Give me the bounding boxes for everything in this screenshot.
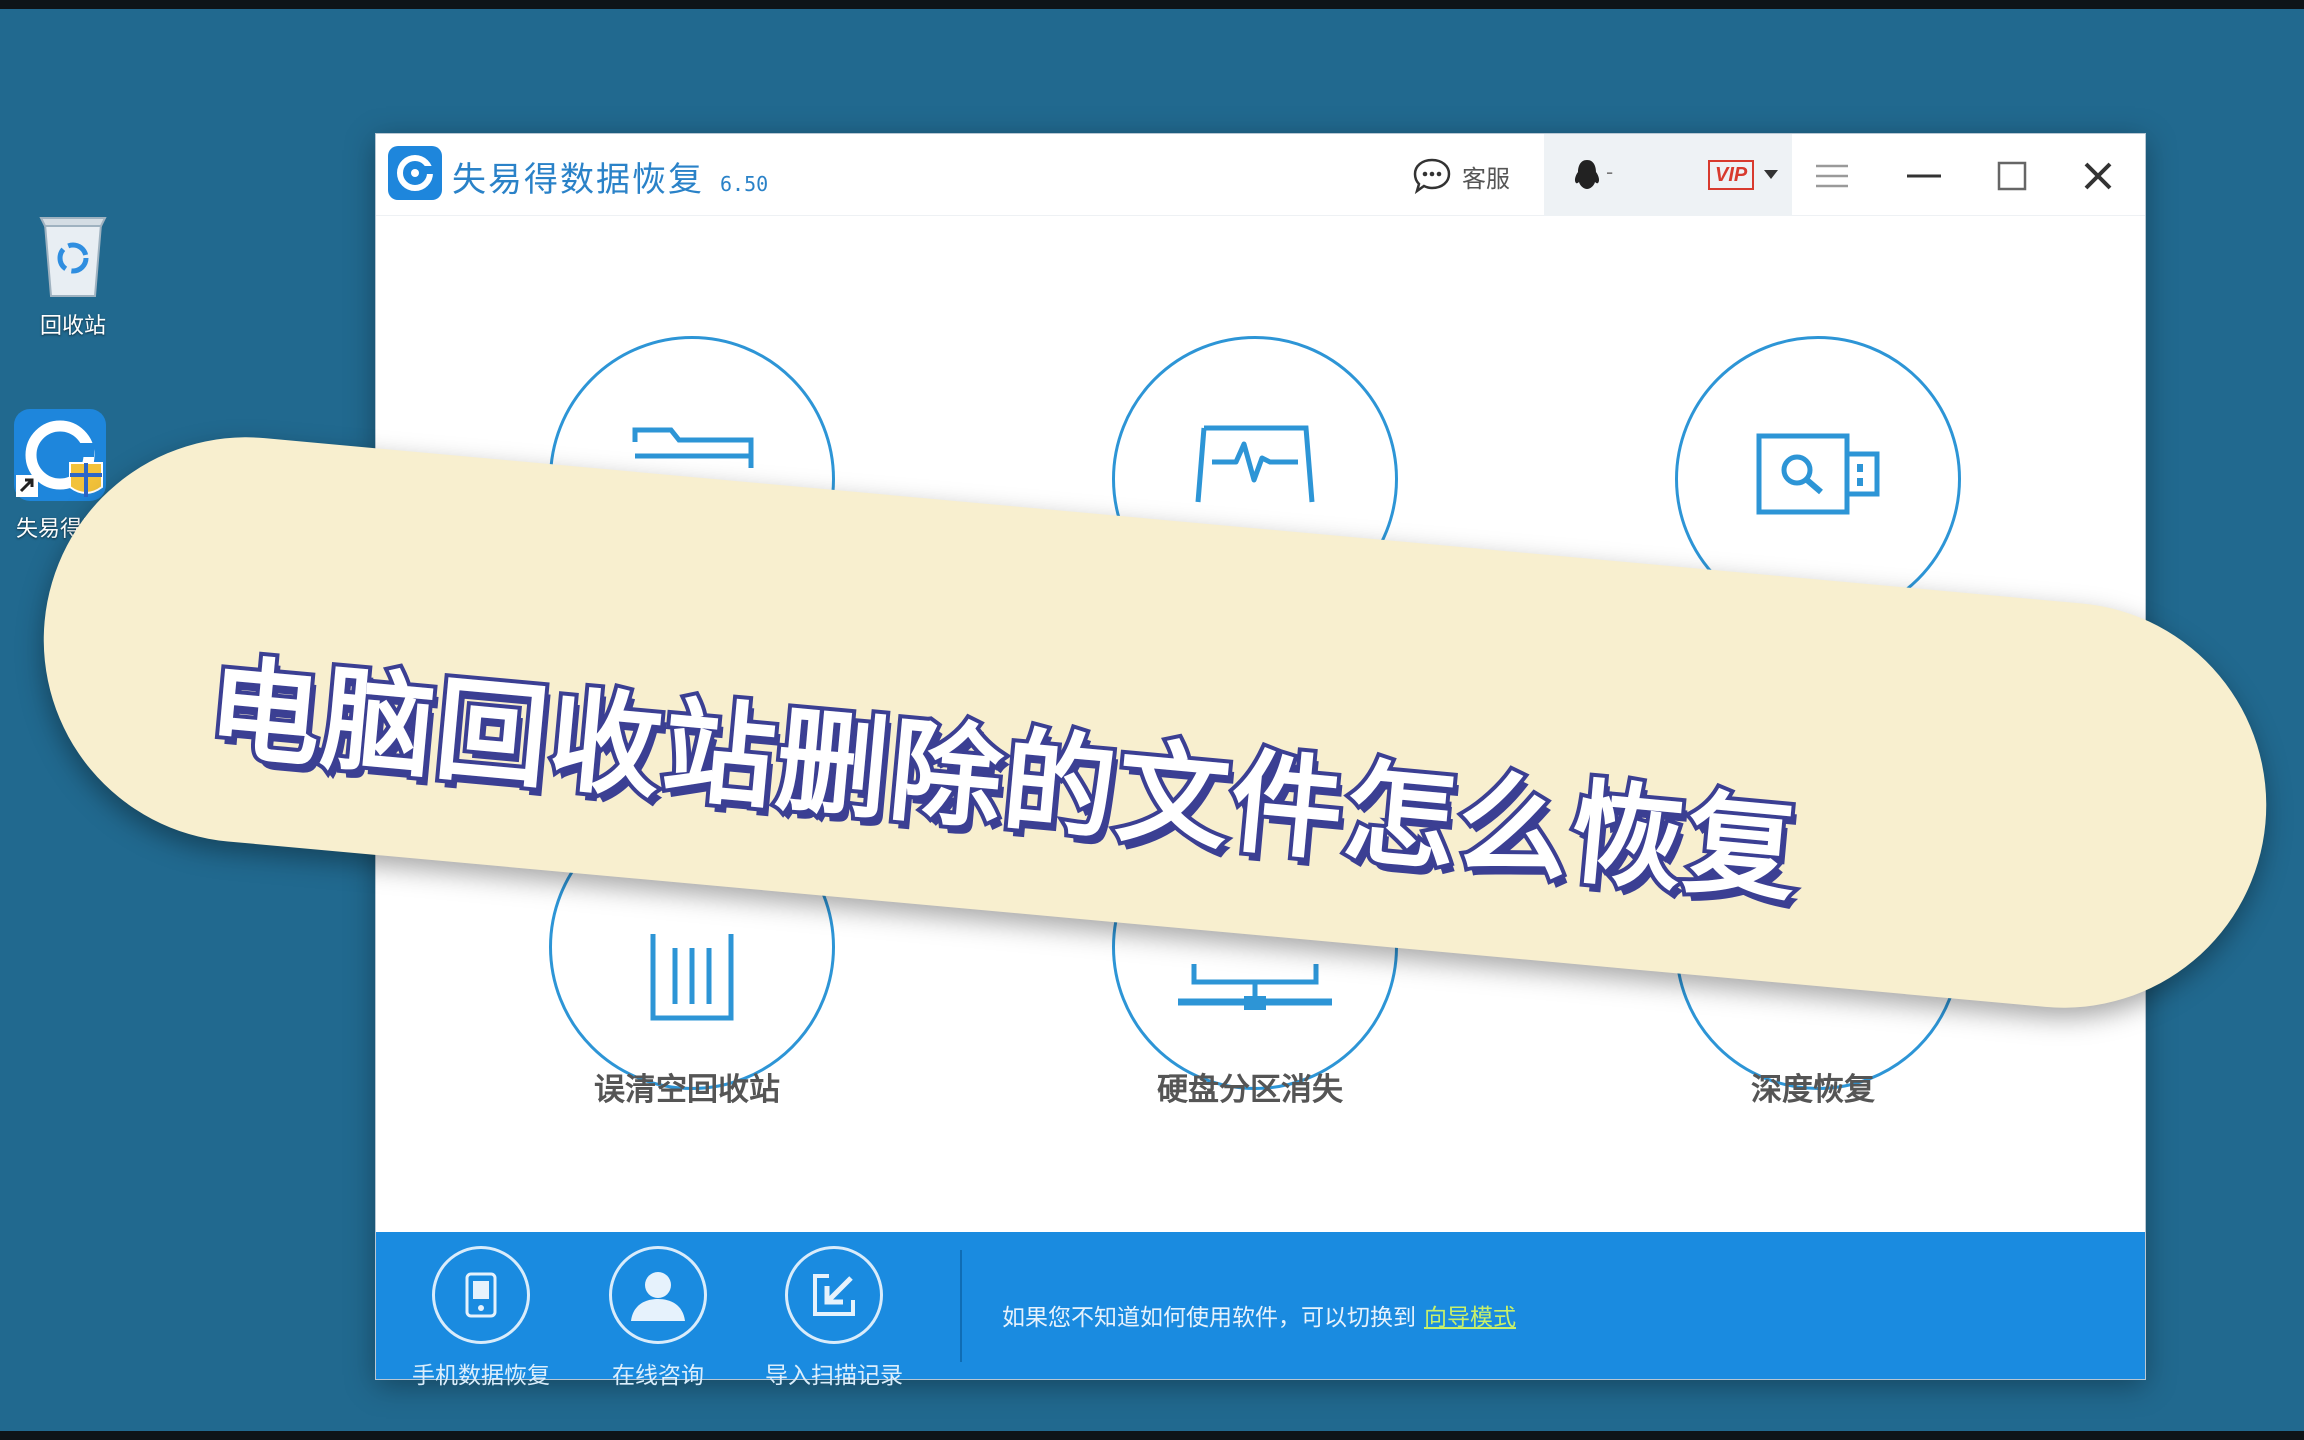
toolbar-divider bbox=[960, 1250, 962, 1362]
top-letterbox bbox=[0, 0, 2304, 9]
app-shortcut-icon bbox=[14, 409, 106, 501]
tool-label: 手机数据恢复 bbox=[412, 1363, 550, 1389]
close-icon bbox=[2084, 162, 2112, 190]
qq-penguin-icon bbox=[1574, 160, 1600, 189]
recycle-bin-label: 回收站 bbox=[39, 314, 106, 339]
disk-partition-icon bbox=[1178, 964, 1332, 1010]
bottom-letterbox bbox=[0, 1431, 2304, 1440]
vip-dropdown-caret-icon[interactable] bbox=[1764, 170, 1778, 179]
wizard-mode-link[interactable]: 向导模式 bbox=[1424, 1305, 1516, 1331]
close-button[interactable] bbox=[2072, 150, 2124, 202]
online-consult-button[interactable]: 在线咨询 bbox=[573, 1246, 743, 1390]
phone-icon bbox=[465, 1272, 497, 1318]
tool-label: 导入扫描记录 bbox=[765, 1363, 903, 1389]
maximize-icon bbox=[1997, 161, 2027, 191]
app-version: 6.50 bbox=[720, 172, 769, 196]
user-icon bbox=[631, 1272, 685, 1321]
disk-monitor-icon bbox=[1195, 425, 1315, 503]
recycle-bin-icon bbox=[650, 934, 734, 1021]
customer-service-button[interactable]: 客服 bbox=[1412, 156, 1510, 196]
hamburger-menu-icon bbox=[1816, 164, 1848, 188]
phone-recovery-button[interactable]: 手机数据恢复 bbox=[396, 1246, 566, 1390]
usb-drive-search-icon bbox=[1756, 433, 1880, 515]
title-bar: 失易得数据恢复 6.50 客服 - VIP bbox=[376, 134, 2145, 216]
desktop-recycle-bin[interactable]: 回收站 bbox=[8, 210, 138, 340]
maximize-button[interactable] bbox=[1986, 150, 2038, 202]
minimize-icon bbox=[1907, 174, 1941, 178]
app-title: 失易得数据恢复 bbox=[452, 160, 704, 200]
tool-ring bbox=[609, 1246, 707, 1344]
tool-label: 在线咨询 bbox=[612, 1363, 704, 1389]
guide-hint-text: 如果您不知道如何使用软件，可以切换到 bbox=[1002, 1305, 1416, 1331]
chat-bubble-icon bbox=[1413, 158, 1451, 195]
tool-ring bbox=[785, 1246, 883, 1344]
vip-badge[interactable]: VIP bbox=[1708, 160, 1755, 190]
menu-button[interactable] bbox=[1806, 150, 1858, 202]
username-placeholder: - bbox=[1606, 160, 1614, 184]
app-logo-icon bbox=[388, 146, 442, 200]
feature-label[interactable]: 深度恢复 bbox=[1633, 1064, 1993, 1109]
import-icon bbox=[813, 1274, 855, 1316]
customer-service-label: 客服 bbox=[1462, 164, 1510, 193]
feature-label[interactable]: 误清空回收站 bbox=[507, 1064, 867, 1109]
import-scan-record-button[interactable]: 导入扫描记录 bbox=[749, 1246, 919, 1390]
minimize-button[interactable] bbox=[1898, 150, 1950, 202]
user-account-area[interactable]: - VIP bbox=[1544, 134, 1792, 216]
recycle-bin-icon bbox=[39, 217, 107, 297]
tool-ring bbox=[432, 1246, 530, 1344]
feature-label[interactable]: 硬盘分区消失 bbox=[1070, 1064, 1430, 1109]
guide-hint: 如果您不知道如何使用软件，可以切换到 向导模式 bbox=[1002, 1298, 1516, 1332]
bottom-toolbar: 手机数据恢复 在线咨询 导入扫描记录 如果您不知道如何使用软件，可以切换到 向导… bbox=[376, 1232, 2145, 1389]
